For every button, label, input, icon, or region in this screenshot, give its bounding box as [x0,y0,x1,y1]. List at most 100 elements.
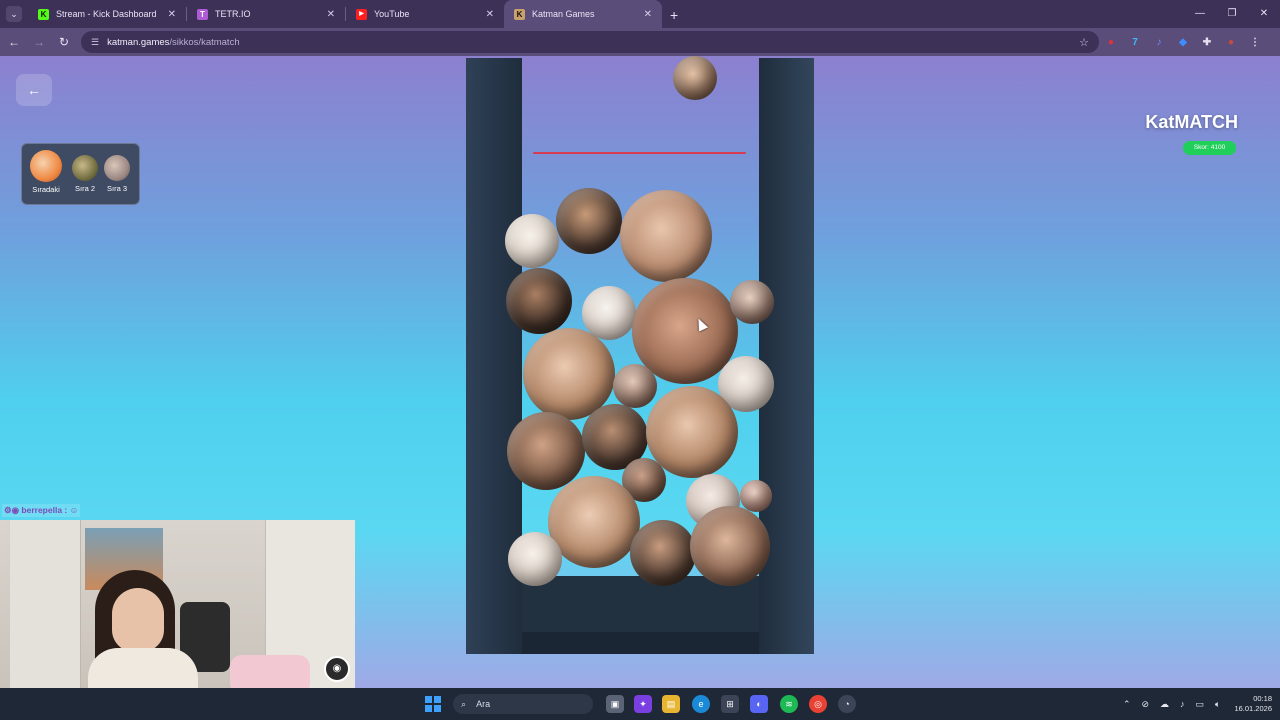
game-ball [630,520,696,586]
game-ball [556,188,622,254]
url-path: /sikkos/katmatch [169,36,240,48]
game-board[interactable] [462,56,822,656]
game-ball [507,412,585,490]
extension-audio-icon[interactable]: ♪ [1147,37,1171,48]
close-icon[interactable]: ✕ [644,9,652,20]
queue-item-2: Sıra 2 [72,155,98,193]
webcam-background [10,520,81,688]
tab-title: Katman Games [532,9,595,19]
forward-arrow-icon[interactable]: → [28,35,50,49]
site-info-icon[interactable]: ☰ [91,37,99,48]
tab-title: Stream - Kick Dashboard [56,9,157,19]
network-off-icon[interactable]: ⊘ [1141,699,1149,710]
edge-icon[interactable]: e [692,695,710,713]
queue-label: Sıra 2 [74,184,95,193]
microphone-icon[interactable]: ♪ [1180,699,1185,709]
spotify-icon[interactable]: ≋ [780,695,798,713]
volume-icon[interactable]: 🔈︎ [1215,699,1220,710]
close-icon[interactable]: ✕ [327,9,335,20]
clock[interactable]: 00:18 16.01.2026 [1234,694,1272,714]
chat-badges-icon: ⚙◉ [4,505,20,515]
webcam-background [230,655,310,688]
window-controls: — ❐ ✕ [1184,0,1280,28]
queue-item-next: Sıradaki [30,150,62,194]
next-queue-panel: Sıradaki Sıra 2 Sıra 3 [21,143,140,205]
game-ball [620,190,712,282]
game-ball [582,286,636,340]
tab-youtube[interactable]: ▶ YouTube ✕ [346,0,504,28]
windows-taskbar: ⌕ Ara ▣ ✦ ▤ e ⊞ ◐ ≋ ◎ ◔ ⌃ ⊘ ☁ ♪ ▭ 🔈︎ 00:… [0,688,1280,720]
queue-label: Sıra 3 [106,184,127,193]
tab-kick-dashboard[interactable]: K Stream - Kick Dashboard ✕ [28,0,186,28]
taskbar-search[interactable]: ⌕ Ara [453,694,593,714]
chat-message: ⚙◉ berrepella : ☺ [2,504,81,517]
new-tab-plus-icon[interactable]: + [670,7,678,23]
tab-title: TETR.IO [215,9,251,19]
display-icon[interactable]: ▭ [1196,699,1205,710]
menu-dots-icon[interactable]: ⋮ [1243,37,1267,48]
extension-blue-icon[interactable]: ◆ [1171,37,1195,48]
close-icon[interactable]: ✕ [486,9,494,20]
webcam-overlay: ◉ [0,520,355,688]
search-placeholder: Ara [476,699,491,709]
cloud-icon[interactable]: ☁ [1160,699,1169,710]
reload-icon[interactable]: ↻ [53,35,75,49]
clock-date: 16.01.2026 [1234,704,1272,713]
youtube-favicon-icon: ▶ [356,8,367,20]
restore-icon[interactable]: ❐ [1216,0,1248,28]
browser-toolbar: ← → ↻ ☰ katman.games /sikkos/katmatch ☆ … [0,28,1280,56]
queue-item-3: Sıra 3 [104,155,130,193]
file-explorer-icon[interactable]: ▤ [662,695,680,713]
emote-icon: ☺ [69,505,79,515]
queue-ball [104,155,130,181]
game-ball [506,268,572,334]
game-title: KatMATCH [1145,112,1238,132]
game-ball [505,214,559,268]
tetrio-favicon-icon: T [197,8,208,20]
back-arrow-icon[interactable]: ← [3,35,25,49]
webcam-person [112,588,164,652]
windows-start-icon[interactable] [425,696,441,712]
tab-title: YouTube [374,9,410,19]
chevron-up-icon[interactable]: ⌃ [1123,699,1131,710]
minimize-icon[interactable]: — [1184,0,1216,28]
arrow-left-icon[interactable]: ← [16,74,52,106]
browser-tab-bar: ⌄ K Stream - Kick Dashboard ✕ T TETR.IO … [0,0,1280,28]
queue-ball [72,155,98,181]
game-ball [690,506,770,586]
star-icon[interactable]: ☆ [1079,36,1089,49]
address-bar[interactable]: ☰ katman.games /sikkos/katmatch ☆ [81,31,1099,53]
board-right-wall [759,58,814,654]
game-ball [740,480,772,512]
katman-favicon-icon: K [514,8,525,20]
danger-line [533,152,746,154]
game-ball [548,476,640,568]
camera-eye-icon: ◉ [324,656,350,682]
chat-username: berrepella : [21,505,68,515]
webcam-person [88,648,198,688]
profile-avatar-icon[interactable]: ● [1219,37,1243,48]
discord-icon[interactable]: ◐ [750,695,768,713]
obs-icon[interactable]: ◔ [838,695,856,713]
task-view-icon[interactable]: ▣ [606,695,624,713]
close-window-icon[interactable]: ✕ [1248,0,1280,28]
url-domain: katman.games [107,36,170,48]
extension-red-icon[interactable]: ● [1099,37,1123,48]
extension-7tv-icon[interactable]: 7 [1123,37,1147,48]
store-icon[interactable]: ⊞ [721,695,739,713]
queue-ball [30,150,62,182]
game-ball [730,280,774,324]
copilot-icon[interactable]: ✦ [634,695,652,713]
queue-label: Sıradaki [32,185,60,194]
tab-tetrio[interactable]: T TETR.IO ✕ [187,0,345,28]
close-icon[interactable]: ✕ [168,9,176,20]
falling-ball [673,56,717,100]
score-badge: Skor: 4100 [1183,141,1236,155]
extensions-puzzle-icon[interactable]: ✚ [1195,37,1219,48]
chrome-icon[interactable]: ◎ [809,695,827,713]
board-floor-front [472,632,808,654]
tab-search-dropdown-icon[interactable]: ⌄ [6,6,22,22]
game-ball [508,532,562,586]
tab-katman-games[interactable]: K Katman Games ✕ [504,0,662,28]
kick-favicon-icon: K [38,8,49,20]
